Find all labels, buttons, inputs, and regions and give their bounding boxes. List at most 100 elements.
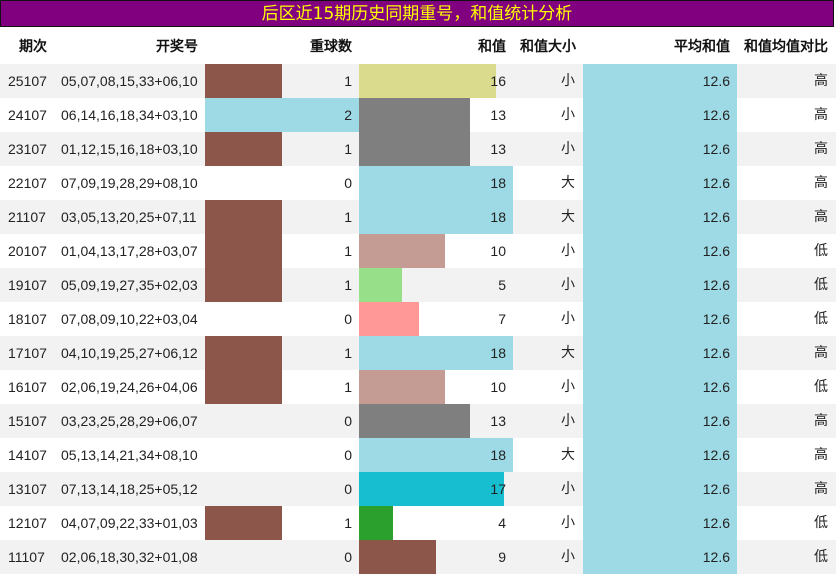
sum-value: 9: [498, 549, 506, 565]
size-cell: 小: [561, 379, 575, 395]
sum-bar: [359, 370, 445, 404]
avg-value: 12.6: [702, 549, 730, 565]
size-cell: 小: [561, 515, 575, 531]
avg-value: 12.6: [702, 345, 730, 361]
repeat-value: 0: [344, 549, 352, 565]
repeat-value: 1: [344, 243, 352, 259]
avg-value: 12.6: [702, 311, 730, 327]
table-row: 20107 01,04,13,17,28+03,07 1 10 小 12.6 低: [0, 234, 836, 268]
numbers-cell: 01,12,15,16,18+03,10: [61, 141, 198, 157]
size-cell: 小: [561, 141, 575, 157]
sum-value: 4: [498, 515, 506, 531]
header-sum: 和值: [478, 39, 506, 55]
table-row: 21107 03,05,13,20,25+07,11 1 18 大 12.6 高: [0, 200, 836, 234]
size-cell: 大: [561, 175, 575, 191]
header-period: 期次: [19, 39, 47, 55]
table-row: 12107 04,07,09,22,33+01,03 1 4 小 12.6 低: [0, 506, 836, 540]
repeat-value: 1: [344, 73, 352, 89]
repeat-value: 0: [344, 481, 352, 497]
period-cell: 14107: [8, 447, 47, 463]
compare-cell: 低: [814, 549, 828, 565]
compare-cell: 高: [814, 345, 828, 361]
size-cell: 大: [561, 345, 575, 361]
size-cell: 大: [561, 209, 575, 225]
avg-value: 12.6: [702, 277, 730, 293]
size-cell: 小: [561, 549, 575, 565]
period-cell: 19107: [8, 277, 47, 293]
table-row: 16107 02,06,19,24,26+04,06 1 10 小 12.6 低: [0, 370, 836, 404]
table-row: 23107 01,12,15,16,18+03,10 1 13 小 12.6 高: [0, 132, 836, 166]
repeat-bar: [205, 234, 282, 268]
compare-cell: 高: [814, 481, 828, 497]
sum-value: 17: [490, 481, 506, 497]
avg-value: 12.6: [702, 481, 730, 497]
repeat-bar: [205, 506, 282, 540]
sum-value: 7: [498, 311, 506, 327]
sum-value: 18: [490, 447, 506, 463]
header-avg: 平均和值: [674, 39, 730, 55]
repeat-bar: [205, 336, 282, 370]
numbers-cell: 05,13,14,21,34+08,10: [61, 447, 198, 463]
table-row: 24107 06,14,16,18,34+03,10 2 13 小 12.6 高: [0, 98, 836, 132]
period-cell: 15107: [8, 413, 47, 429]
period-cell: 23107: [8, 141, 47, 157]
avg-value: 12.6: [702, 141, 730, 157]
repeat-bar: [205, 132, 282, 166]
avg-value: 12.6: [702, 243, 730, 259]
avg-value: 12.6: [702, 447, 730, 463]
avg-value: 12.6: [702, 209, 730, 225]
size-cell: 小: [561, 277, 575, 293]
size-cell: 小: [561, 481, 575, 497]
sum-bar: [359, 404, 470, 438]
table-row: 14107 05,13,14,21,34+08,10 0 18 大 12.6 高: [0, 438, 836, 472]
repeat-value: 0: [344, 311, 352, 327]
numbers-cell: 07,09,19,28,29+08,10: [61, 175, 198, 191]
avg-value: 12.6: [702, 413, 730, 429]
table-row: 18107 07,08,09,10,22+03,04 0 7 小 12.6 低: [0, 302, 836, 336]
numbers-cell: 02,06,18,30,32+01,08: [61, 549, 198, 565]
table-row: 22107 07,09,19,28,29+08,10 0 18 大 12.6 高: [0, 166, 836, 200]
sum-value: 18: [490, 345, 506, 361]
sum-value: 16: [490, 73, 506, 89]
repeat-value: 1: [344, 277, 352, 293]
page-title: 后区近15期历史同期重号，和值统计分析: [0, 0, 834, 27]
compare-cell: 高: [814, 175, 828, 191]
avg-value: 12.6: [702, 175, 730, 191]
numbers-cell: 03,05,13,20,25+07,11: [61, 209, 197, 225]
repeat-value: 0: [344, 413, 352, 429]
period-cell: 13107: [8, 481, 47, 497]
numbers-cell: 07,08,09,10,22+03,04: [61, 311, 198, 327]
repeat-value: 1: [344, 141, 352, 157]
period-cell: 25107: [8, 73, 47, 89]
compare-cell: 高: [814, 209, 828, 225]
numbers-cell: 07,13,14,18,25+05,12: [61, 481, 198, 497]
table-row: 25107 05,07,08,15,33+06,10 1 16 小 12.6 高: [0, 64, 836, 98]
period-cell: 20107: [8, 243, 47, 259]
period-cell: 24107: [8, 107, 47, 123]
repeat-value: 1: [344, 345, 352, 361]
sum-value: 18: [490, 175, 506, 191]
header-size: 和值大小: [520, 39, 576, 55]
sum-value: 13: [490, 107, 506, 123]
size-cell: 大: [561, 447, 575, 463]
compare-cell: 高: [814, 107, 828, 123]
repeat-value: 1: [344, 209, 352, 225]
avg-value: 12.6: [702, 379, 730, 395]
header-repeat: 重球数: [310, 39, 352, 55]
numbers-cell: 04,07,09,22,33+01,03: [61, 515, 198, 531]
compare-cell: 高: [814, 141, 828, 157]
period-cell: 18107: [8, 311, 47, 327]
sum-value: 5: [498, 277, 506, 293]
repeat-value: 2: [344, 107, 352, 123]
period-cell: 12107: [8, 515, 47, 531]
sum-value: 18: [490, 209, 506, 225]
avg-value: 12.6: [702, 73, 730, 89]
avg-value: 12.6: [702, 515, 730, 531]
numbers-cell: 01,04,13,17,28+03,07: [61, 243, 198, 259]
table-row: 15107 03,23,25,28,29+06,07 0 13 小 12.6 高: [0, 404, 836, 438]
repeat-value: 0: [344, 447, 352, 463]
numbers-cell: 02,06,19,24,26+04,06: [61, 379, 198, 395]
sum-bar: [359, 472, 504, 506]
period-cell: 16107: [8, 379, 47, 395]
table-row: 17107 04,10,19,25,27+06,12 1 18 大 12.6 高: [0, 336, 836, 370]
